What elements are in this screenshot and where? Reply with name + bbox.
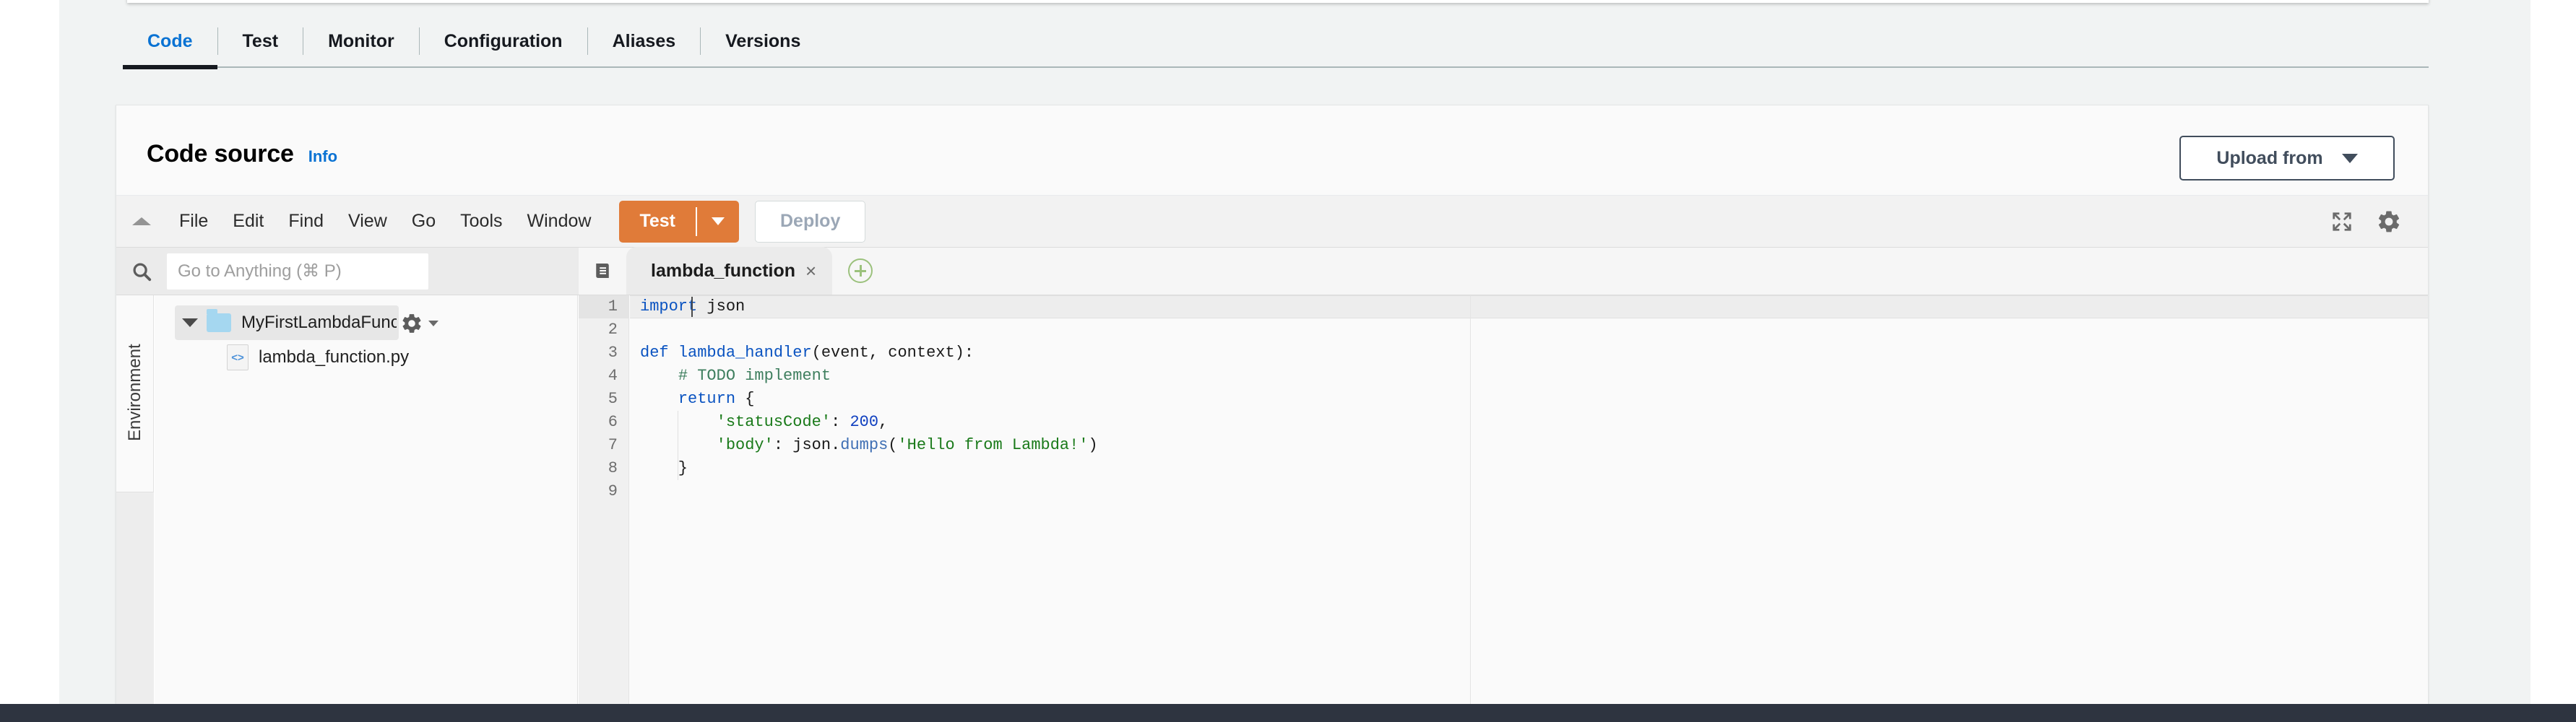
page-title: Code source (147, 140, 294, 168)
tab-configuration-label: Configuration (444, 30, 563, 51)
code-line-5[interactable]: return { (630, 388, 2428, 411)
chevron-down-icon (2341, 153, 2358, 163)
tab-versions[interactable]: Versions (701, 16, 825, 66)
tab-aliases[interactable]: Aliases (588, 16, 701, 66)
tab-test-label: Test (242, 30, 279, 51)
folder-settings-button[interactable] (400, 312, 438, 335)
tab-active-indicator (123, 65, 217, 69)
tree-file-label: lambda_function.py (259, 347, 410, 367)
chevron-down-icon[interactable] (182, 318, 198, 327)
code-source-header: Code source Info Upload from (116, 105, 2428, 196)
code-line-2[interactable] (630, 318, 2428, 342)
code-line-9[interactable] (630, 480, 2428, 503)
tab-test[interactable]: Test (218, 16, 303, 66)
menu-view[interactable]: View (336, 211, 399, 232)
deploy-button[interactable]: Deploy (755, 200, 866, 243)
triangle-up-icon (132, 217, 151, 225)
code-line-6[interactable]: 'statusCode': 200, (630, 411, 2428, 434)
console-footer-bar (0, 704, 2576, 722)
tab-monitor[interactable]: Monitor (303, 16, 419, 66)
upload-from-label: Upload from (2216, 147, 2323, 168)
test-dropdown-button[interactable] (697, 217, 739, 225)
tab-code[interactable]: Code (123, 16, 217, 66)
chevron-down-icon (712, 217, 725, 225)
folder-icon (207, 309, 231, 332)
line-number: 6 (608, 413, 618, 431)
file-explorer: MyFirstLambdaFunc <> lambda_function.py (155, 295, 578, 704)
line-number: 5 (608, 390, 618, 408)
tab-versions-label: Versions (725, 30, 801, 51)
line-number: 7 (608, 436, 618, 454)
function-tabs-row: Code Test Monitor Configuration Aliases … (123, 16, 2429, 66)
chevron-down-icon (428, 321, 438, 326)
environment-rail-label[interactable]: Environment (116, 295, 154, 490)
search-icon[interactable] (116, 261, 167, 282)
line-number: 1 (579, 295, 628, 318)
text-cursor (691, 297, 693, 317)
code-editor[interactable]: 1 2 3 4 5 6 7 8 9 import json def lambda… (579, 295, 2428, 704)
environment-rail: Environment (116, 295, 154, 704)
menubar-right-icons (2331, 196, 2428, 248)
menu-file[interactable]: File (167, 211, 220, 232)
line-number: 8 (608, 459, 618, 477)
menu-find[interactable]: Find (276, 211, 336, 232)
test-button[interactable]: Test (619, 200, 739, 243)
menu-window[interactable]: Window (515, 211, 604, 232)
line-number: 4 (608, 367, 618, 385)
ide-body: Environment MyFirstLambdaFunc <> lambda_… (116, 295, 2428, 704)
top-card-edge (127, 0, 2429, 3)
lambda-console-page: Code Test Monitor Configuration Aliases … (0, 0, 2576, 722)
tab-aliases-label: Aliases (612, 30, 676, 51)
code-file-icon: <> (227, 344, 248, 370)
menu-tools[interactable]: Tools (448, 211, 514, 232)
code-line-1[interactable]: import json (630, 295, 2428, 318)
line-number: 3 (608, 344, 618, 362)
expand-icon[interactable] (2331, 211, 2353, 232)
cloud9-ide: File Edit Find View Go Tools Window Test… (116, 196, 2428, 704)
tab-configuration[interactable]: Configuration (420, 16, 587, 66)
code-source-title-group: Code source Info (147, 140, 337, 168)
deploy-button-label: Deploy (780, 211, 841, 231)
tab-monitor-label: Monitor (328, 30, 394, 51)
file-list-icon[interactable] (579, 247, 626, 295)
editor-tab-strip: lambda_function × (579, 247, 2428, 295)
upload-from-button[interactable]: Upload from (2179, 136, 2395, 180)
environment-rail-shade (116, 492, 154, 704)
code-line-7[interactable]: 'body': json.dumps('Hello from Lambda!') (630, 434, 2428, 457)
code-source-card: Code source Info Upload from File Edit F… (116, 105, 2429, 704)
menubar-collapse-button[interactable] (116, 217, 167, 225)
code-content[interactable]: import json def lambda_handler(event, co… (630, 295, 2428, 704)
ide-search-row: lambda_function × (116, 247, 2428, 295)
ide-menubar: File Edit Find View Go Tools Window Test… (116, 196, 2428, 248)
line-number: 9 (608, 482, 618, 500)
editor-tab-lambda-function[interactable]: lambda_function × (626, 247, 833, 295)
gear-icon[interactable] (2376, 209, 2402, 235)
function-tabs: Code Test Monitor Configuration Aliases … (123, 16, 2429, 69)
tree-file-row[interactable]: <> lambda_function.py (220, 340, 577, 375)
info-link[interactable]: Info (308, 147, 337, 166)
editor-tab-label: lambda_function (651, 260, 796, 281)
menu-edit[interactable]: Edit (220, 211, 276, 232)
code-line-8[interactable]: } (630, 457, 2428, 480)
code-line-3[interactable]: def lambda_handler(event, context): (630, 342, 2428, 365)
test-button-label: Test (639, 211, 675, 231)
close-icon[interactable]: × (805, 261, 816, 280)
plus-circle-icon[interactable] (848, 258, 873, 283)
tab-code-label: Code (147, 30, 193, 51)
tree-folder-row[interactable]: MyFirstLambdaFunc (175, 305, 438, 340)
tree-folder-label: MyFirstLambdaFunc (241, 313, 397, 332)
line-number-gutter: 1 2 3 4 5 6 7 8 9 (579, 295, 629, 704)
menu-go[interactable]: Go (399, 211, 448, 232)
search-input[interactable] (167, 253, 428, 290)
code-line-4[interactable]: # TODO implement (630, 365, 2428, 388)
print-margin-line (1470, 295, 1471, 704)
tab-underline (123, 65, 2429, 69)
line-number: 2 (608, 321, 618, 339)
